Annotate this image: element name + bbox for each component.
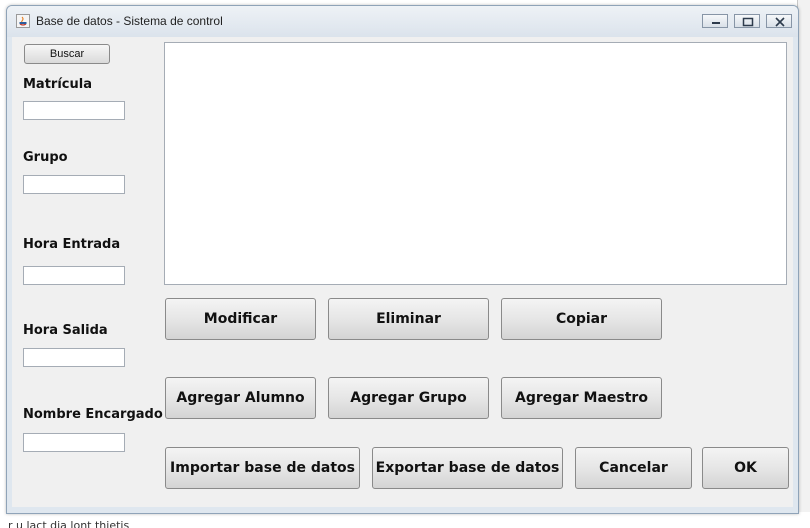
ok-button[interactable]: OK	[702, 447, 789, 489]
close-button[interactable]	[766, 14, 792, 28]
results-text-area[interactable]	[164, 42, 787, 285]
maximize-icon	[742, 17, 754, 27]
matricula-field[interactable]	[23, 101, 125, 120]
close-icon	[775, 17, 785, 27]
main-window: Base de datos - Sistema de control Busca…	[6, 5, 799, 514]
minimize-icon	[712, 22, 720, 24]
exportar-button[interactable]: Exportar base de datos	[372, 447, 563, 489]
maximize-button[interactable]	[734, 14, 760, 28]
window-title: Base de datos - Sistema de control	[36, 14, 223, 28]
title-bar[interactable]: Base de datos - Sistema de control	[7, 6, 798, 37]
copiar-button[interactable]: Copiar	[501, 298, 662, 340]
nombre-encargado-label: Nombre Encargado	[23, 407, 163, 422]
nombre-encargado-field[interactable]	[23, 433, 125, 452]
eliminar-button[interactable]: Eliminar	[328, 298, 489, 340]
agregar-grupo-button[interactable]: Agregar Grupo	[328, 377, 489, 419]
hora-salida-label: Hora Salida	[23, 323, 108, 338]
hora-salida-field[interactable]	[23, 348, 125, 367]
cancelar-button[interactable]: Cancelar	[575, 447, 692, 489]
java-app-icon	[16, 13, 30, 28]
minimize-button[interactable]	[702, 14, 728, 28]
grupo-label: Grupo	[23, 150, 68, 165]
modificar-button[interactable]: Modificar	[165, 298, 316, 340]
hora-entrada-label: Hora Entrada	[23, 237, 121, 252]
agregar-maestro-button[interactable]: Agregar Maestro	[501, 377, 662, 419]
hora-entrada-field[interactable]	[23, 266, 125, 285]
client-area: Buscar Matrícula Grupo Hora Entrada Hora…	[12, 37, 793, 507]
agregar-alumno-button[interactable]: Agregar Alumno	[165, 377, 316, 419]
search-button[interactable]: Buscar	[24, 44, 110, 64]
grupo-field[interactable]	[23, 175, 125, 194]
importar-button[interactable]: Importar base de datos	[165, 447, 360, 489]
matricula-label: Matrícula	[23, 77, 92, 92]
background-text: r u lact dia lont thietis	[8, 519, 130, 528]
